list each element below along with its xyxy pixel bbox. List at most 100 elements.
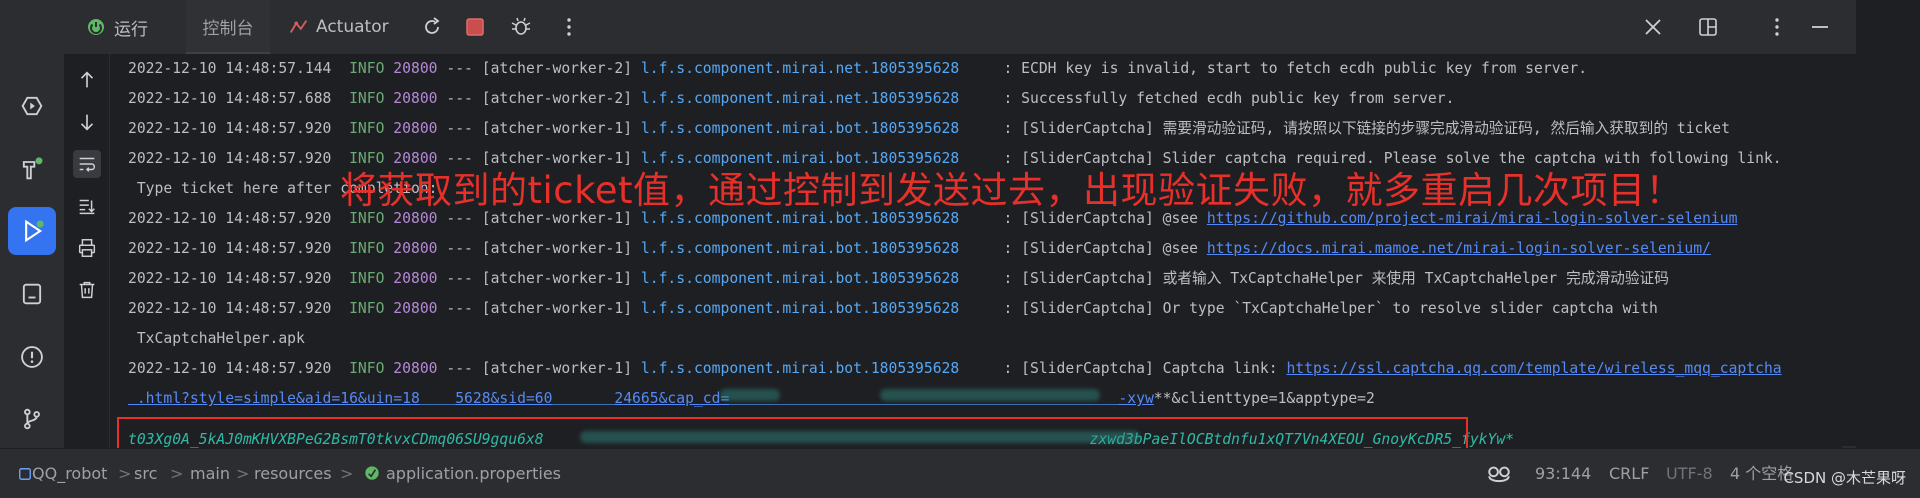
spring-boot-icon	[88, 19, 104, 35]
print-button[interactable]	[73, 234, 101, 262]
log-message: : [SliderCaptcha] @see	[1003, 240, 1207, 257]
log-link-redacted	[552, 390, 614, 407]
log-link-continued[interactable]: .html?style=simple&aid=16&uin=18	[128, 390, 420, 407]
log-thread: [atcher-worker-1]	[481, 360, 633, 377]
console-output[interactable]: 2022-12-10 14:48:57.144 INFO 20800 --- […	[110, 54, 1856, 498]
scroll-up-button[interactable]	[73, 66, 101, 94]
minimize-icon	[1812, 26, 1828, 28]
log-level: INFO	[349, 120, 385, 137]
log-pid: 20800	[393, 240, 438, 257]
log-link[interactable]: https://ssl.captcha.qq.com/template/wire…	[1286, 360, 1781, 377]
run-tool-button[interactable]	[8, 207, 56, 255]
breadcrumb-main[interactable]: main	[190, 449, 230, 498]
log-message: : [SliderCaptcha] 或者输入 TxCaptchaHelper 来…	[1003, 270, 1669, 287]
line-separator[interactable]: CRLF	[1609, 449, 1649, 498]
project-breadcrumb[interactable]: QQ_robot	[18, 449, 107, 498]
log-logger: l.f.s.component.mirai.bot.1805395628	[640, 120, 960, 137]
log-link-continued[interactable]: 5628&sid=60	[455, 390, 552, 407]
watermark: CSDN @木芒果呀	[1783, 469, 1906, 487]
log-message: : ECDH key is invalid, start to fetch ec…	[1003, 60, 1588, 77]
stop-button[interactable]	[459, 11, 491, 43]
module-icon	[19, 468, 31, 480]
problems-button[interactable]	[8, 333, 56, 381]
log-link-redacted	[420, 390, 455, 407]
log-logger: l.f.s.component.mirai.net.1805395628	[640, 90, 960, 107]
log-thread: [atcher-worker-1]	[481, 120, 633, 137]
arrow-up-icon	[80, 71, 94, 88]
services-icon	[21, 96, 43, 116]
breadcrumb-chevron-icon: >	[170, 464, 184, 483]
debug-button[interactable]	[505, 11, 537, 43]
scroll-down-button[interactable]	[73, 108, 101, 136]
bug-icon	[511, 17, 531, 35]
log-pid: 20800	[393, 360, 438, 377]
log-thread: [atcher-worker-1]	[481, 270, 633, 287]
log-pid: 20800	[393, 60, 438, 77]
log-separator: ---	[446, 300, 473, 317]
log-link-continued[interactable]: -xyw	[1118, 390, 1153, 407]
soft-wrap-icon	[79, 157, 95, 172]
file-encoding[interactable]: UTF-8	[1666, 449, 1713, 498]
log-logger: l.f.s.component.mirai.bot.1805395628	[640, 360, 960, 377]
log-message: : [SliderCaptcha] Captcha link:	[1003, 360, 1287, 377]
log-timestamp: 2022-12-10 14:48:57.920	[128, 120, 332, 137]
log-separator: ---	[446, 360, 473, 377]
breadcrumb-chevron-icon: >	[118, 464, 132, 483]
redaction-smudge	[720, 389, 780, 401]
tab-console-label: 控制台	[202, 18, 254, 39]
log-pid: 20800	[393, 90, 438, 107]
log-pid: 20800	[393, 120, 438, 137]
log-message: : [SliderCaptcha] Or type `TxCaptchaHelp…	[1003, 300, 1658, 317]
redaction-smudge	[880, 389, 1100, 401]
layout-button[interactable]	[1692, 11, 1724, 43]
breadcrumb-file[interactable]: application.properties	[362, 449, 561, 498]
more-vertical-icon	[1775, 18, 1779, 36]
terminal-icon	[22, 283, 42, 305]
build-button[interactable]	[8, 145, 56, 193]
git-button[interactable]	[8, 395, 56, 443]
soft-wrap-button[interactable]	[73, 150, 101, 178]
log-message: : Successfully fetched ecdh public key f…	[1003, 90, 1455, 107]
scroll-to-end-button[interactable]	[73, 192, 101, 220]
breadcrumb-resources[interactable]: resources	[254, 449, 332, 498]
terminal-button[interactable]	[8, 270, 56, 318]
tab-actuator-label: Actuator	[316, 17, 389, 37]
close-icon	[1645, 19, 1661, 35]
tab-run[interactable]: 运行	[84, 0, 184, 54]
stop-icon	[466, 18, 484, 36]
log-logger: l.f.s.component.mirai.bot.1805395628	[640, 300, 960, 317]
minimize-button[interactable]	[1804, 11, 1836, 43]
log-logger: l.f.s.component.mirai.bot.1805395628	[640, 270, 960, 287]
copilot-button[interactable]	[1486, 449, 1512, 498]
log-line: 2022-12-10 14:48:57.920 INFO 20800 --- […	[128, 114, 1730, 144]
log-timestamp: 2022-12-10 14:48:57.920	[128, 300, 332, 317]
caret-position[interactable]: 93:144	[1535, 449, 1591, 498]
log-separator: ---	[446, 90, 473, 107]
log-link-suffix: **&clienttype=1&apptype=2	[1153, 390, 1375, 407]
log-link[interactable]: https://docs.mirai.mamoe.net/mirai-login…	[1207, 240, 1711, 257]
breadcrumb-src[interactable]: src	[134, 449, 157, 498]
services-button[interactable]	[8, 82, 56, 130]
breadcrumb-chevron-icon: >	[340, 464, 354, 483]
clear-all-button[interactable]	[73, 276, 101, 304]
run-tool-window-header: 运行 控制台 Actuator	[64, 0, 1856, 54]
print-icon	[78, 239, 96, 257]
log-thread: [atcher-worker-2]	[481, 90, 633, 107]
tab-console[interactable]: 控制台	[186, 0, 270, 54]
close-tab-button[interactable]	[1637, 11, 1669, 43]
rerun-button[interactable]	[416, 11, 448, 43]
more-vertical-icon	[567, 18, 571, 36]
problems-icon	[21, 346, 43, 368]
log-thread: [atcher-worker-1]	[481, 240, 633, 257]
log-wrap-line: TxCaptchaHelper.apk	[128, 324, 305, 354]
log-logger: l.f.s.component.mirai.net.1805395628	[640, 60, 960, 77]
window-options-button[interactable]	[1761, 11, 1793, 43]
spring-file-icon	[365, 466, 379, 480]
log-level: INFO	[349, 60, 385, 77]
log-level: INFO	[349, 90, 385, 107]
log-link-continued[interactable]: 24665&cap_cd=	[614, 390, 729, 407]
log-line: 2022-12-10 14:48:57.920 INFO 20800 --- […	[128, 294, 1658, 324]
more-options-button[interactable]	[553, 11, 585, 43]
log-thread: [atcher-worker-2]	[481, 60, 633, 77]
log-separator: ---	[446, 240, 473, 257]
